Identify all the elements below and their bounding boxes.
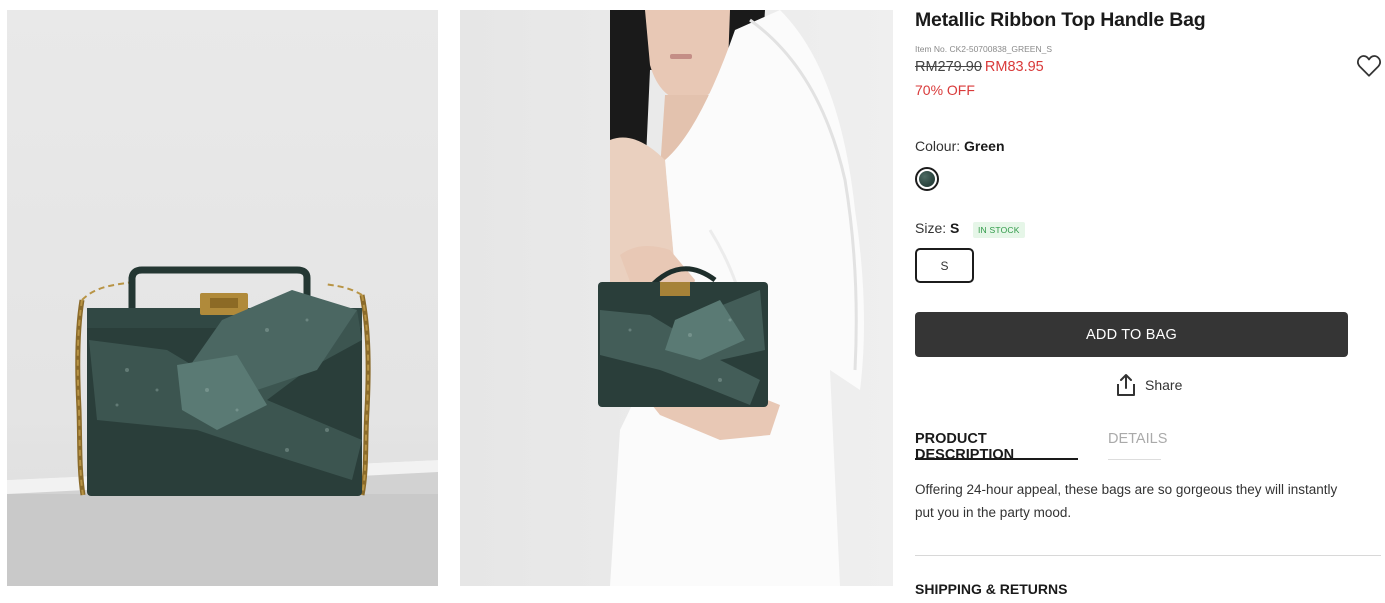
item-number: Item No. CK2-50700838_GREEN_S [915,44,1053,54]
colour-label-text: Colour: [915,138,961,154]
product-info-panel: Metallic Ribbon Top Handle Bag Item No. … [915,0,1382,603]
heart-outline-icon [1356,55,1382,77]
shipping-returns-accordion[interactable]: SHIPPING & RETURNS [915,581,1067,597]
tab-product-description[interactable]: PRODUCT DESCRIPTION [915,431,1078,463]
size-label: Size: S [915,220,959,236]
colour-swatch-green[interactable] [915,167,939,191]
original-price: RM279.90 [915,59,982,75]
colour-value: Green [964,138,1005,154]
size-label-text: Size: [915,220,947,236]
model-holding-bag-illustration [598,10,864,586]
tab-details[interactable]: DETAILS [1108,431,1167,460]
colour-label: Colour: Green [915,138,1005,154]
sale-price: RM83.95 [984,59,1044,75]
product-image-model[interactable] [460,10,893,586]
share-button[interactable]: Share [1115,372,1182,398]
product-title: Metallic Ribbon Top Handle Bag [915,9,1206,31]
product-image-main[interactable] [7,10,438,586]
price-block: RM279.90 RM83.95 [915,59,1044,75]
stock-badge: IN STOCK [973,222,1025,238]
bag-on-pedestal-illustration [7,266,438,586]
size-option-s[interactable]: S [915,248,974,283]
wishlist-button[interactable] [1356,54,1382,78]
size-value: S [950,220,960,236]
share-upload-icon [1117,374,1135,396]
product-description-text: Offering 24-hour appeal, these bags are … [915,482,1338,520]
swatch-fill [919,171,935,187]
share-label: Share [1145,377,1183,393]
section-divider [915,555,1381,556]
discount-label: 70% OFF [915,82,975,98]
add-to-bag-button[interactable]: ADD TO BAG [915,312,1348,357]
product-tabs: PRODUCT DESCRIPTION DETAILS [915,431,1381,463]
